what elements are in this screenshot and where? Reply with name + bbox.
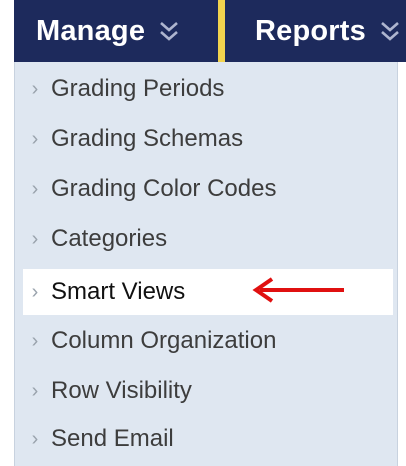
menu-item-label: Row Visibility <box>51 377 192 404</box>
chevron-right-icon: › <box>31 329 39 352</box>
chevron-right-icon: › <box>31 177 39 200</box>
screenshot-frame: Manage Reports › Grading Periods › Gradi… <box>0 0 406 466</box>
double-chevron-down-icon <box>159 19 179 43</box>
chevron-right-icon: › <box>31 427 39 450</box>
menu-item-label: Categories <box>51 225 168 252</box>
nav-separator <box>218 0 225 62</box>
menu-item-label: Grading Color Codes <box>51 175 277 202</box>
nav-tab-reports-label: Reports <box>255 14 366 47</box>
red-arrow-left-icon <box>252 277 344 303</box>
menu-item-categories[interactable]: › Categories <box>23 216 393 262</box>
menu-item-label: Grading Periods <box>51 75 225 102</box>
manage-dropdown-menu: › Grading Periods › Grading Schemas › Gr… <box>14 62 398 466</box>
menu-item-label: Grading Schemas <box>51 125 244 152</box>
double-chevron-down-icon <box>380 19 400 43</box>
menu-item-row-visibility[interactable]: › Row Visibility <box>23 368 393 414</box>
chevron-right-icon: › <box>31 227 39 250</box>
nav-tab-manage[interactable]: Manage <box>36 0 179 62</box>
menu-item-label: Smart Views <box>51 278 186 305</box>
nav-tab-reports[interactable]: Reports <box>255 0 400 62</box>
menu-item-label: Column Organization <box>51 327 277 354</box>
menu-item-grading-periods[interactable]: › Grading Periods <box>23 66 393 112</box>
chevron-right-icon: › <box>31 280 39 303</box>
chevron-right-icon: › <box>31 127 39 150</box>
menu-item-label: Send Email <box>51 425 174 452</box>
chevron-right-icon: › <box>31 379 39 402</box>
menu-item-send-email[interactable]: › Send Email <box>23 416 393 462</box>
menu-item-column-organization[interactable]: › Column Organization <box>23 318 393 364</box>
menu-item-grading-color-codes[interactable]: › Grading Color Codes <box>23 166 393 212</box>
top-navigation-bar: Manage Reports <box>14 0 406 62</box>
chevron-right-icon: › <box>31 77 39 100</box>
nav-tab-manage-label: Manage <box>36 14 146 47</box>
menu-item-grading-schemas[interactable]: › Grading Schemas <box>23 116 393 162</box>
